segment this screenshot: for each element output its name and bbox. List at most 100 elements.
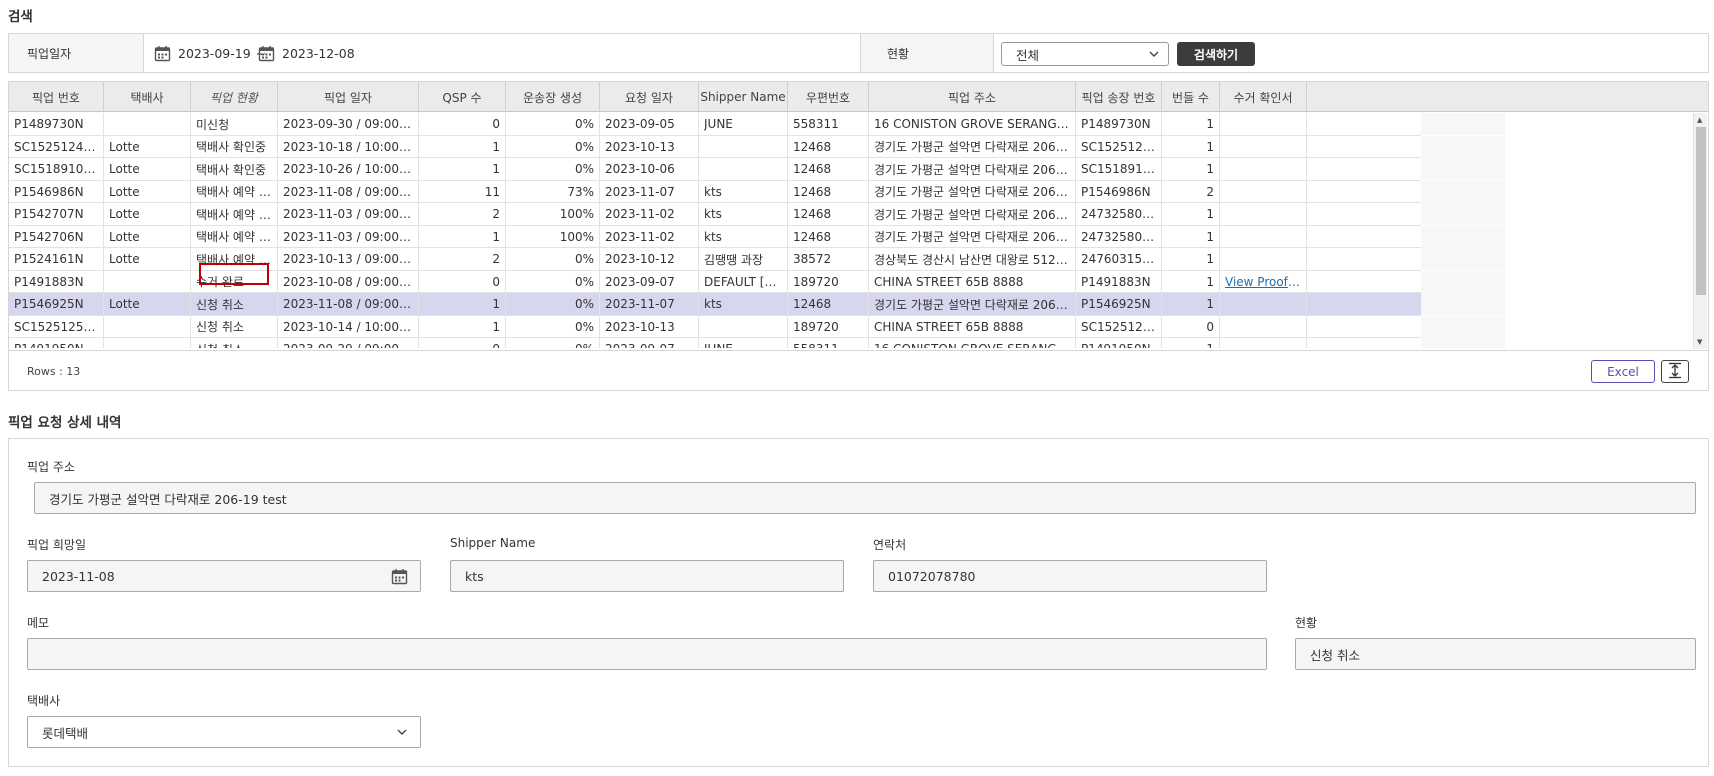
col-header-pickup-invoice-number[interactable]: 픽업 송장 번호 xyxy=(1076,82,1162,112)
search-button[interactable]: 검색하기 xyxy=(1177,42,1255,66)
cell-shipper-name: JUNE xyxy=(699,338,788,348)
calendar-icon[interactable] xyxy=(258,45,275,62)
address-field[interactable]: 경기도 가평군 설악면 다락재로 206-19 test xyxy=(34,482,1696,514)
cell-text[interactable]: View Proof of ... xyxy=(1225,275,1301,289)
table-row[interactable]: P1542706N Lotte 택배사 예약 상태 2023-11-03 / 09:0… xyxy=(9,225,1421,248)
table-row[interactable]: SC1518910KR... Lotte 택배사 확인중 2023-10-26 / 1… xyxy=(9,158,1421,181)
row-filler xyxy=(1421,225,1505,248)
contact-field[interactable]: 01072078780 xyxy=(873,560,1267,592)
calendar-icon[interactable] xyxy=(391,568,408,588)
cell-text: SC1525124KR... xyxy=(14,139,98,154)
cell-text: 미신청 xyxy=(196,117,230,132)
cell-text: 1 xyxy=(1206,139,1214,154)
courier-select[interactable]: 롯데택배 xyxy=(27,716,421,748)
cell-pickup-confirmation[interactable]: View Proof of ... xyxy=(1220,270,1307,293)
cell-courier: Lotte xyxy=(104,158,191,180)
col-header-pickup-date[interactable]: 픽업 일자 xyxy=(278,82,419,112)
cell-postal-code: 12468 xyxy=(788,180,869,203)
cell-courier: Lotte xyxy=(104,225,191,248)
pickup-date-field[interactable]: 2023-11-08 xyxy=(27,560,421,592)
cell-text: SC1518910KR... xyxy=(1081,162,1156,176)
grid-vertical-scrollbar[interactable]: ▲ ▼ xyxy=(1693,113,1707,349)
cell-text: kts xyxy=(704,207,722,221)
col-header-qsp-count[interactable]: QSP 수 xyxy=(419,82,506,112)
cell-pickup-invoice-number: P1489730N xyxy=(1076,113,1162,135)
row-filler xyxy=(1421,180,1505,203)
scroll-up-arrow-icon[interactable]: ▲ xyxy=(1697,116,1702,124)
scrollbar-thumb[interactable] xyxy=(1696,127,1706,295)
col-header-waybill-created[interactable]: 운송장 생성 xyxy=(506,82,600,112)
col-header-pickup-confirmation[interactable]: 수거 확인서 xyxy=(1220,82,1307,112)
cell-text: 경기도 가평군 설악면 다락재로 206-19 test xyxy=(874,162,1070,177)
cell-text: 1 xyxy=(1206,207,1214,221)
col-header-shipper-name[interactable]: Shipper Name xyxy=(699,82,788,112)
cell-text: 경상북도 경산시 남산면 대왕로 512-1 12 ... xyxy=(874,252,1070,267)
cell-text: 16 CONISTON GROVE SERANGOON GA... xyxy=(874,342,1070,348)
cell-text: Lotte xyxy=(109,229,140,244)
col-header-bundle-count[interactable]: 번들 수 xyxy=(1162,82,1220,112)
excel-export-button[interactable]: Excel xyxy=(1591,360,1655,383)
cell-courier: Lotte xyxy=(104,203,191,225)
col-header-request-date[interactable]: 요청 일자 xyxy=(600,82,699,112)
date-to-field[interactable]: 2023-12-08 xyxy=(258,34,355,72)
cell-pickup-confirmation xyxy=(1220,338,1307,348)
table-row[interactable]: P1542707N Lotte 택배사 예약 상태 2023-11-03 / 09:0… xyxy=(9,203,1421,226)
table-row[interactable]: P1491950N 신청 취소 2023-09-29 / 09:00-17:00 0 0… xyxy=(9,338,1421,348)
cell-text: 247603157222 xyxy=(1081,252,1156,266)
col-header-postal-code[interactable]: 우편번호 xyxy=(788,82,869,112)
calendar-icon[interactable] xyxy=(154,45,171,62)
table-row[interactable]: P1546986N Lotte 택배사 예약 상태 2023-11-08 / 09:0… xyxy=(9,180,1421,203)
cell-pickup-confirmation xyxy=(1220,225,1307,248)
expand-grid-button[interactable] xyxy=(1661,360,1689,383)
cell-request-date: 2023-10-13 xyxy=(600,135,699,158)
scroll-down-arrow-icon[interactable]: ▼ xyxy=(1697,338,1702,346)
table-row[interactable]: SC1525124KR... Lotte 택배사 확인중 2023-10-18 / 1… xyxy=(9,135,1421,158)
cell-pickup-date: 2023-11-03 / 09:00-17:00 xyxy=(278,225,419,248)
cell-postal-code: 189720 xyxy=(788,270,869,293)
cell-text: 2023-09-07 xyxy=(605,342,675,348)
table-row[interactable]: P1524161N Lotte 택배사 예약 상태 2023-10-13 / 09:0… xyxy=(9,248,1421,271)
cell-text: 경기도 가평군 설악면 다락재로 206-19 test xyxy=(874,207,1070,222)
status-select[interactable]: 전체 xyxy=(1001,42,1169,66)
cell-text: SC1525125SG... xyxy=(1081,319,1156,334)
col-header-pickup-status[interactable]: 픽업 현황 xyxy=(191,82,278,112)
cell-text: Lotte xyxy=(109,207,140,221)
table-row[interactable]: P1489730N 미신청 2023-09-30 / 09:00-17:00 0 0% 2… xyxy=(9,113,1421,136)
col-header-courier[interactable]: 택배사 xyxy=(104,82,191,112)
cell-pickup-number: P1542707N xyxy=(9,203,104,225)
cell-text: 택배사 예약 상태 xyxy=(196,207,272,222)
shipper-name-field[interactable]: kts xyxy=(450,560,844,592)
table-row[interactable]: SC1525125SG... 신청 취소 2023-10-14 / 10:00-19… xyxy=(9,315,1421,338)
table-row[interactable]: P1491883N 수거 완료 2023-10-08 / 09:00-17:00 0 0… xyxy=(9,270,1421,293)
cell-pickup-confirmation xyxy=(1220,203,1307,225)
cell-qsp-count: 1 xyxy=(419,225,506,248)
cell-text: 2023-10-13 xyxy=(605,319,675,334)
cell-text: 택배사 예약 상태 xyxy=(196,230,272,244)
cell-text: P1542706N xyxy=(14,229,84,244)
cell-pickup-status: 미신청 xyxy=(191,113,278,135)
cell-postal-code: 12468 xyxy=(788,158,869,180)
cell-text: P1546986N xyxy=(14,184,84,199)
cell-pickup-number: P1491950N xyxy=(9,338,104,348)
cell-shipper-name: JUNE xyxy=(699,113,788,135)
cell-pickup-confirmation xyxy=(1220,135,1307,158)
cell-text: 0 xyxy=(1206,319,1214,334)
cell-pickup-status: 신청 취소 xyxy=(191,315,278,338)
cell-courier xyxy=(104,270,191,293)
cell-courier xyxy=(104,113,191,135)
date-from-field[interactable]: 2023-09-19 ~ xyxy=(154,34,266,72)
chevron-down-icon xyxy=(1148,48,1160,63)
col-header-pickup-number[interactable]: 픽업 번호 xyxy=(9,82,104,112)
cell-pickup-date: 2023-10-13 / 09:00-17:00 xyxy=(278,248,419,270)
cell-shipper-name: kts xyxy=(699,225,788,248)
cell-pickup-status: 신청 취소 xyxy=(191,293,278,315)
table-row[interactable]: P1546925N Lotte 신청 취소 2023-11-08 / 09:00-17… xyxy=(9,293,1421,316)
cell-pickup-status: 택배사 예약 상태 xyxy=(191,180,278,203)
col-header-pickup-address[interactable]: 픽업 주소 xyxy=(869,82,1076,112)
status-field[interactable]: 신청 취소 xyxy=(1295,638,1696,670)
memo-field[interactable] xyxy=(27,638,1267,670)
cell-text: 100% xyxy=(559,207,594,221)
cell-request-date: 2023-11-02 xyxy=(600,225,699,248)
shipper-name-label: Shipper Name xyxy=(450,536,536,550)
cell-text: 2023-10-13 xyxy=(605,139,675,154)
